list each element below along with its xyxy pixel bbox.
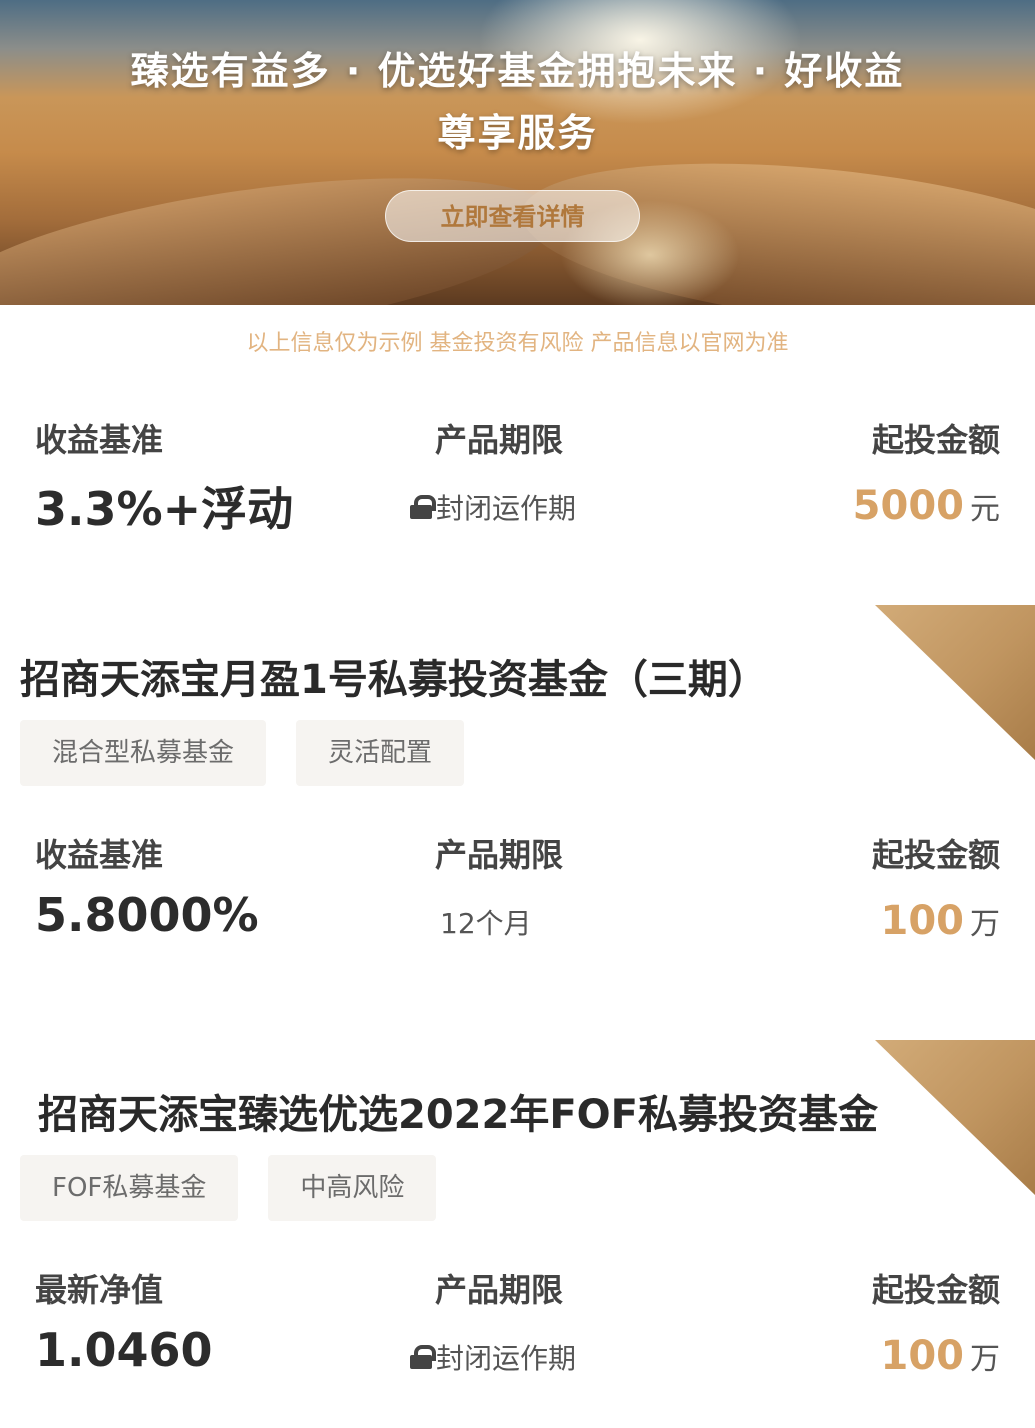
metric-label-minimum: 起投金额 (871, 1271, 1000, 1309)
product-tag: 灵活配置 (296, 720, 465, 786)
card-corner-ribbon (875, 605, 1035, 760)
banner-title: 臻选有益多 · 优选好基金拥抱未来 · 好收益 尊享服务 (20, 40, 1015, 164)
product-metrics: 收益基准 产品期限 起投金额 5.8000% 12个月 100 万 (0, 830, 1035, 950)
metric-label-minimum: 起投金额 (871, 836, 1000, 874)
metric-value-return: 5.8000% (35, 888, 259, 942)
metric-label-nav: 最新净值 (35, 1271, 164, 1309)
minimum-amount: 5000 (852, 483, 964, 529)
metric-label-term: 产品期限 (435, 1271, 564, 1309)
minimum-unit: 万 (970, 1342, 1000, 1377)
metric-value-return: 3.3%+浮动 (35, 482, 294, 536)
metric-label-return: 收益基准 (35, 836, 164, 874)
metric-value-term-text: 封闭运作期 (436, 492, 577, 525)
metric-value-term: 封闭运作期 (410, 487, 576, 527)
metric-value-term-text: 12个月 (440, 907, 532, 940)
metric-value-nav: 1.0460 (35, 1323, 213, 1377)
product-tag: 混合型私募基金 (20, 720, 267, 786)
minimum-amount: 100 (880, 1333, 965, 1379)
metric-value-minimum: 100 万 (881, 1333, 1001, 1379)
card-corner-ribbon (875, 1040, 1035, 1195)
banner-cta-button[interactable]: 立即查看详情 (385, 190, 640, 242)
product-metrics: 最新净值 产品期限 起投金额 1.0460 封闭运作期 100 万 (0, 1265, 1035, 1385)
product-title: 招商天添宝臻选优选2022年FOF私募投资基金 (38, 1092, 878, 1138)
metric-value-term: 12个月 (440, 902, 532, 942)
product-tag: 中高风险 (268, 1155, 437, 1221)
metric-value-term: 封闭运作期 (410, 1337, 576, 1377)
product-card[interactable]: 招商天添宝臻选优选2022年FOF私募投资基金 FOF私募基金 中高风险 最新净… (0, 1040, 1035, 1428)
banner-title-line2: 尊享服务 (437, 111, 598, 155)
hero-banner[interactable]: 臻选有益多 · 优选好基金拥抱未来 · 好收益 尊享服务 立即查看详情 (0, 0, 1035, 305)
product-card[interactable]: 收益基准 产品期限 起投金额 3.3%+浮动 封闭运作期 5000 元 (0, 395, 1035, 605)
metric-value-minimum: 100 万 (881, 898, 1001, 944)
product-metrics: 收益基准 产品期限 起投金额 3.3%+浮动 封闭运作期 5000 元 (0, 415, 1035, 536)
product-tag: FOF私募基金 (20, 1155, 239, 1221)
product-tags: FOF私募基金 中高风险 (20, 1155, 437, 1221)
minimum-amount: 100 (880, 898, 965, 944)
metric-label-minimum: 起投金额 (871, 421, 1000, 459)
metric-value-term-text: 封闭运作期 (436, 1342, 577, 1375)
metric-value-minimum: 5000 元 (853, 483, 1000, 529)
metric-label-term: 产品期限 (435, 836, 564, 874)
risk-notice: 以上信息仅为示例 基金投资有风险 产品信息以官网为准 (246, 331, 789, 356)
metric-label-term: 产品期限 (435, 421, 564, 459)
metric-label-return: 收益基准 (35, 421, 164, 459)
minimum-unit: 元 (970, 492, 1000, 527)
lock-icon (410, 1345, 436, 1369)
product-tags: 混合型私募基金 灵活配置 (20, 720, 465, 786)
banner-title-line1: 臻选有益多 · 优选好基金拥抱未来 · 好收益 (130, 49, 905, 93)
product-title: 招商天添宝月盈1号私募投资基金（三期） (20, 657, 768, 703)
lock-icon (410, 495, 436, 519)
product-card[interactable]: 招商天添宝月盈1号私募投资基金（三期） 混合型私募基金 灵活配置 收益基准 产品… (0, 605, 1035, 1035)
minimum-unit: 万 (970, 907, 1000, 942)
